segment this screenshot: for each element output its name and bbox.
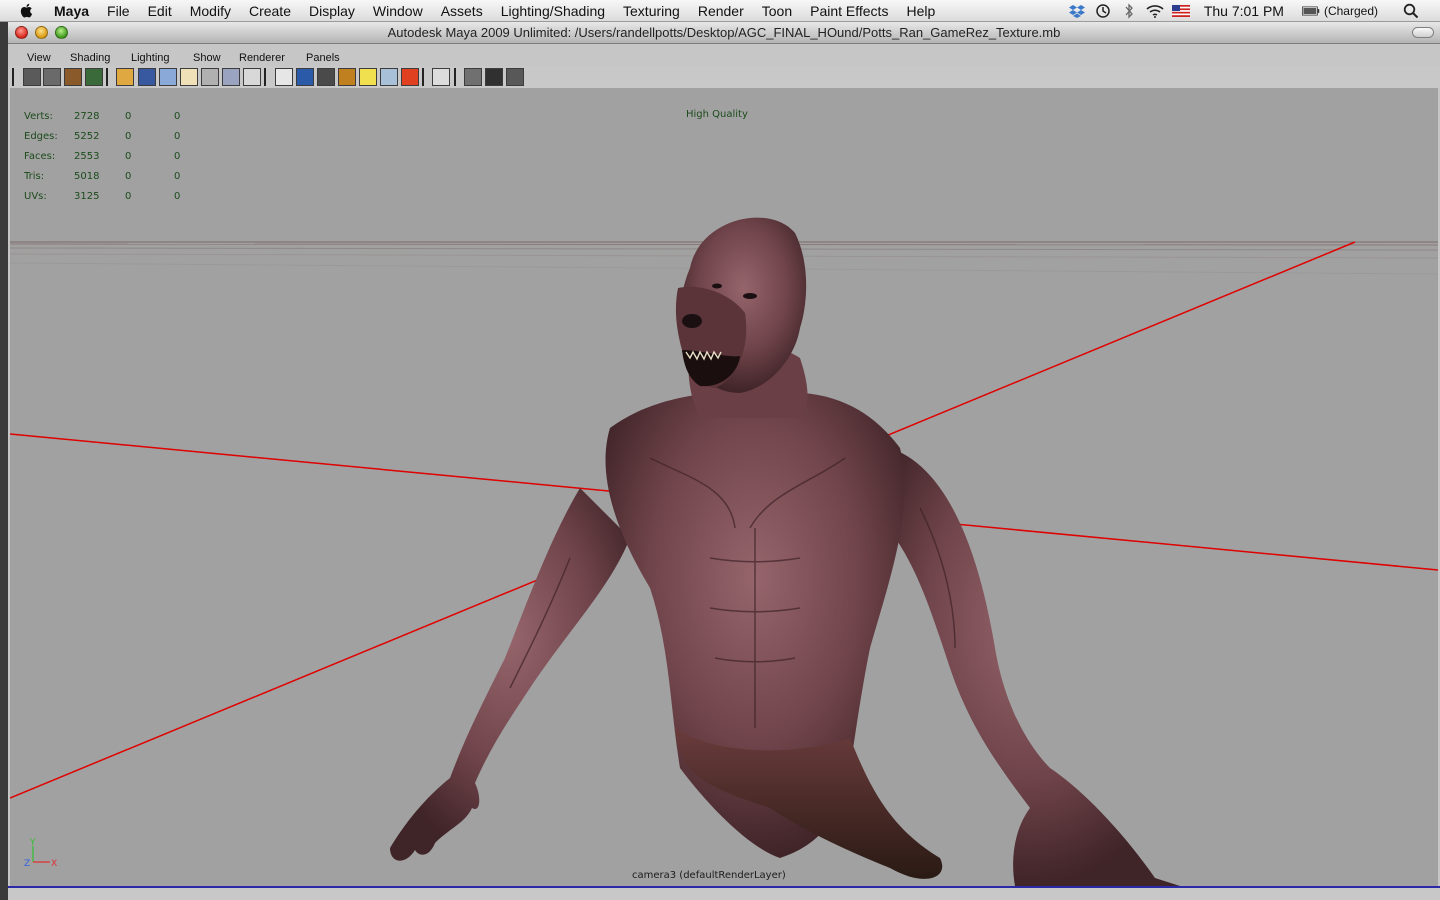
battery-icon[interactable] xyxy=(1301,3,1320,19)
use-all-lights-icon[interactable] xyxy=(359,68,377,86)
toolbar-separator xyxy=(422,68,424,86)
camera-attributes-icon[interactable] xyxy=(43,68,61,86)
panel-menu-renderer[interactable]: Renderer xyxy=(239,52,285,64)
axis-z-label: Z xyxy=(24,859,30,869)
viewport-bottom-border xyxy=(8,886,1440,900)
xray-components-icon[interactable] xyxy=(506,68,524,86)
axis-x-label: X xyxy=(51,859,57,869)
bookmark-icon[interactable] xyxy=(64,68,82,86)
window-title: Autodesk Maya 2009 Unlimited: /Users/ran… xyxy=(387,25,1061,40)
hud-selected: 0 xyxy=(125,111,132,122)
menu-texturing[interactable]: Texturing xyxy=(623,3,680,19)
textured-icon[interactable] xyxy=(338,68,356,86)
3d-viewport[interactable]: Verts: 2728 0 0 Edges: 5252 0 0 Faces: 2… xyxy=(10,88,1438,886)
panel-menu-panels[interactable]: Panels xyxy=(306,52,340,64)
panel-menubar: View Shading Lighting Show Renderer Pane… xyxy=(8,50,1440,66)
image-plane-icon[interactable] xyxy=(85,68,103,86)
resolution-gate-icon[interactable] xyxy=(159,68,177,86)
menu-app-maya[interactable]: Maya xyxy=(54,3,89,19)
creature-model[interactable] xyxy=(390,217,1180,886)
panel-menu-show[interactable]: Show xyxy=(193,52,221,64)
menu-display[interactable]: Display xyxy=(309,3,355,19)
spotlight-search-icon[interactable] xyxy=(1402,3,1420,19)
grid-icon[interactable] xyxy=(116,68,134,86)
window-titlebar[interactable]: Autodesk Maya 2009 Unlimited: /Users/ran… xyxy=(8,22,1440,44)
hud-uv: 0 xyxy=(174,131,181,142)
viewport-scene xyxy=(10,217,1438,886)
isolate-select-icon[interactable] xyxy=(432,68,450,86)
hud-total: 2553 xyxy=(74,151,100,162)
hud-total: 5252 xyxy=(74,131,100,142)
battery-status: (Charged) xyxy=(1323,4,1378,18)
time-machine-icon[interactable] xyxy=(1094,3,1112,19)
hud-uv: 0 xyxy=(174,111,181,122)
hud-label: UVs: xyxy=(24,191,47,202)
panel-menu-shading[interactable]: Shading xyxy=(70,52,110,64)
menu-render[interactable]: Render xyxy=(698,3,744,19)
gate-mask-icon[interactable] xyxy=(180,68,198,86)
toolbar-separator xyxy=(264,68,266,86)
menu-file[interactable]: File xyxy=(107,3,130,19)
hud-total: 2728 xyxy=(74,111,100,122)
hud-total: 3125 xyxy=(74,191,100,202)
hud-selected: 0 xyxy=(125,151,132,162)
film-gate-icon[interactable] xyxy=(138,68,156,86)
menu-help[interactable]: Help xyxy=(906,3,935,19)
high-quality-label: High Quality xyxy=(686,109,748,120)
wireframe-icon[interactable] xyxy=(275,68,293,86)
panel-menu-lighting[interactable]: Lighting xyxy=(131,52,170,64)
menu-assets[interactable]: Assets xyxy=(441,3,483,19)
hud-selected: 0 xyxy=(125,171,132,182)
camera-label: camera3 (defaultRenderLayer) xyxy=(632,870,786,881)
hud-label: Edges: xyxy=(24,131,58,142)
safe-action-icon[interactable] xyxy=(222,68,240,86)
hud-uv: 0 xyxy=(174,151,181,162)
hud-uv: 0 xyxy=(174,171,181,182)
panel-toolbar xyxy=(8,66,1440,88)
wifi-icon[interactable] xyxy=(1146,3,1164,19)
toolbar-toggle-button[interactable] xyxy=(1412,27,1434,38)
xray-icon[interactable] xyxy=(464,68,482,86)
wireframe-on-shaded-icon[interactable] xyxy=(317,68,335,86)
menu-modify[interactable]: Modify xyxy=(190,3,231,19)
us-flag-input-icon[interactable] xyxy=(1171,3,1190,19)
hud-total: 5018 xyxy=(74,171,100,182)
axis-y-label: Y xyxy=(29,838,36,848)
hud-selected: 0 xyxy=(125,131,132,142)
select-camera-icon[interactable] xyxy=(23,68,41,86)
hud-uv: 0 xyxy=(174,191,181,202)
dropbox-icon[interactable] xyxy=(1068,3,1086,19)
menu-create[interactable]: Create xyxy=(249,3,291,19)
safe-title-icon[interactable] xyxy=(243,68,261,86)
bluetooth-icon[interactable] xyxy=(1120,3,1138,19)
toolbar-separator xyxy=(454,68,456,86)
maya-window: Autodesk Maya 2009 Unlimited: /Users/ran… xyxy=(8,22,1440,900)
menubar-clock[interactable]: Thu 7:01 PM xyxy=(1204,3,1284,19)
panel-menu-view[interactable]: View xyxy=(27,52,51,64)
shadows-icon[interactable] xyxy=(380,68,398,86)
mac-menubar: Maya File Edit Modify Create Display Win… xyxy=(0,0,1440,22)
menu-window[interactable]: Window xyxy=(373,3,423,19)
menu-edit[interactable]: Edit xyxy=(148,3,172,19)
hud-selected: 0 xyxy=(125,191,132,202)
hud-label: Verts: xyxy=(24,111,53,122)
toolbar-separator xyxy=(106,68,108,86)
toolbar-separator xyxy=(12,68,14,86)
menu-toon[interactable]: Toon xyxy=(762,3,792,19)
menu-lighting-shading[interactable]: Lighting/Shading xyxy=(501,3,605,19)
apple-icon[interactable] xyxy=(19,2,35,19)
view-axis-gizmo: Y Z X xyxy=(24,838,57,869)
hud-label: Tris: xyxy=(24,171,45,182)
menu-paint-effects[interactable]: Paint Effects xyxy=(810,3,888,19)
field-chart-icon[interactable] xyxy=(201,68,219,86)
smooth-shade-icon[interactable] xyxy=(296,68,314,86)
hud-label: Faces: xyxy=(24,151,56,162)
high-quality-icon[interactable] xyxy=(401,68,419,86)
xray-joints-icon[interactable] xyxy=(485,68,503,86)
